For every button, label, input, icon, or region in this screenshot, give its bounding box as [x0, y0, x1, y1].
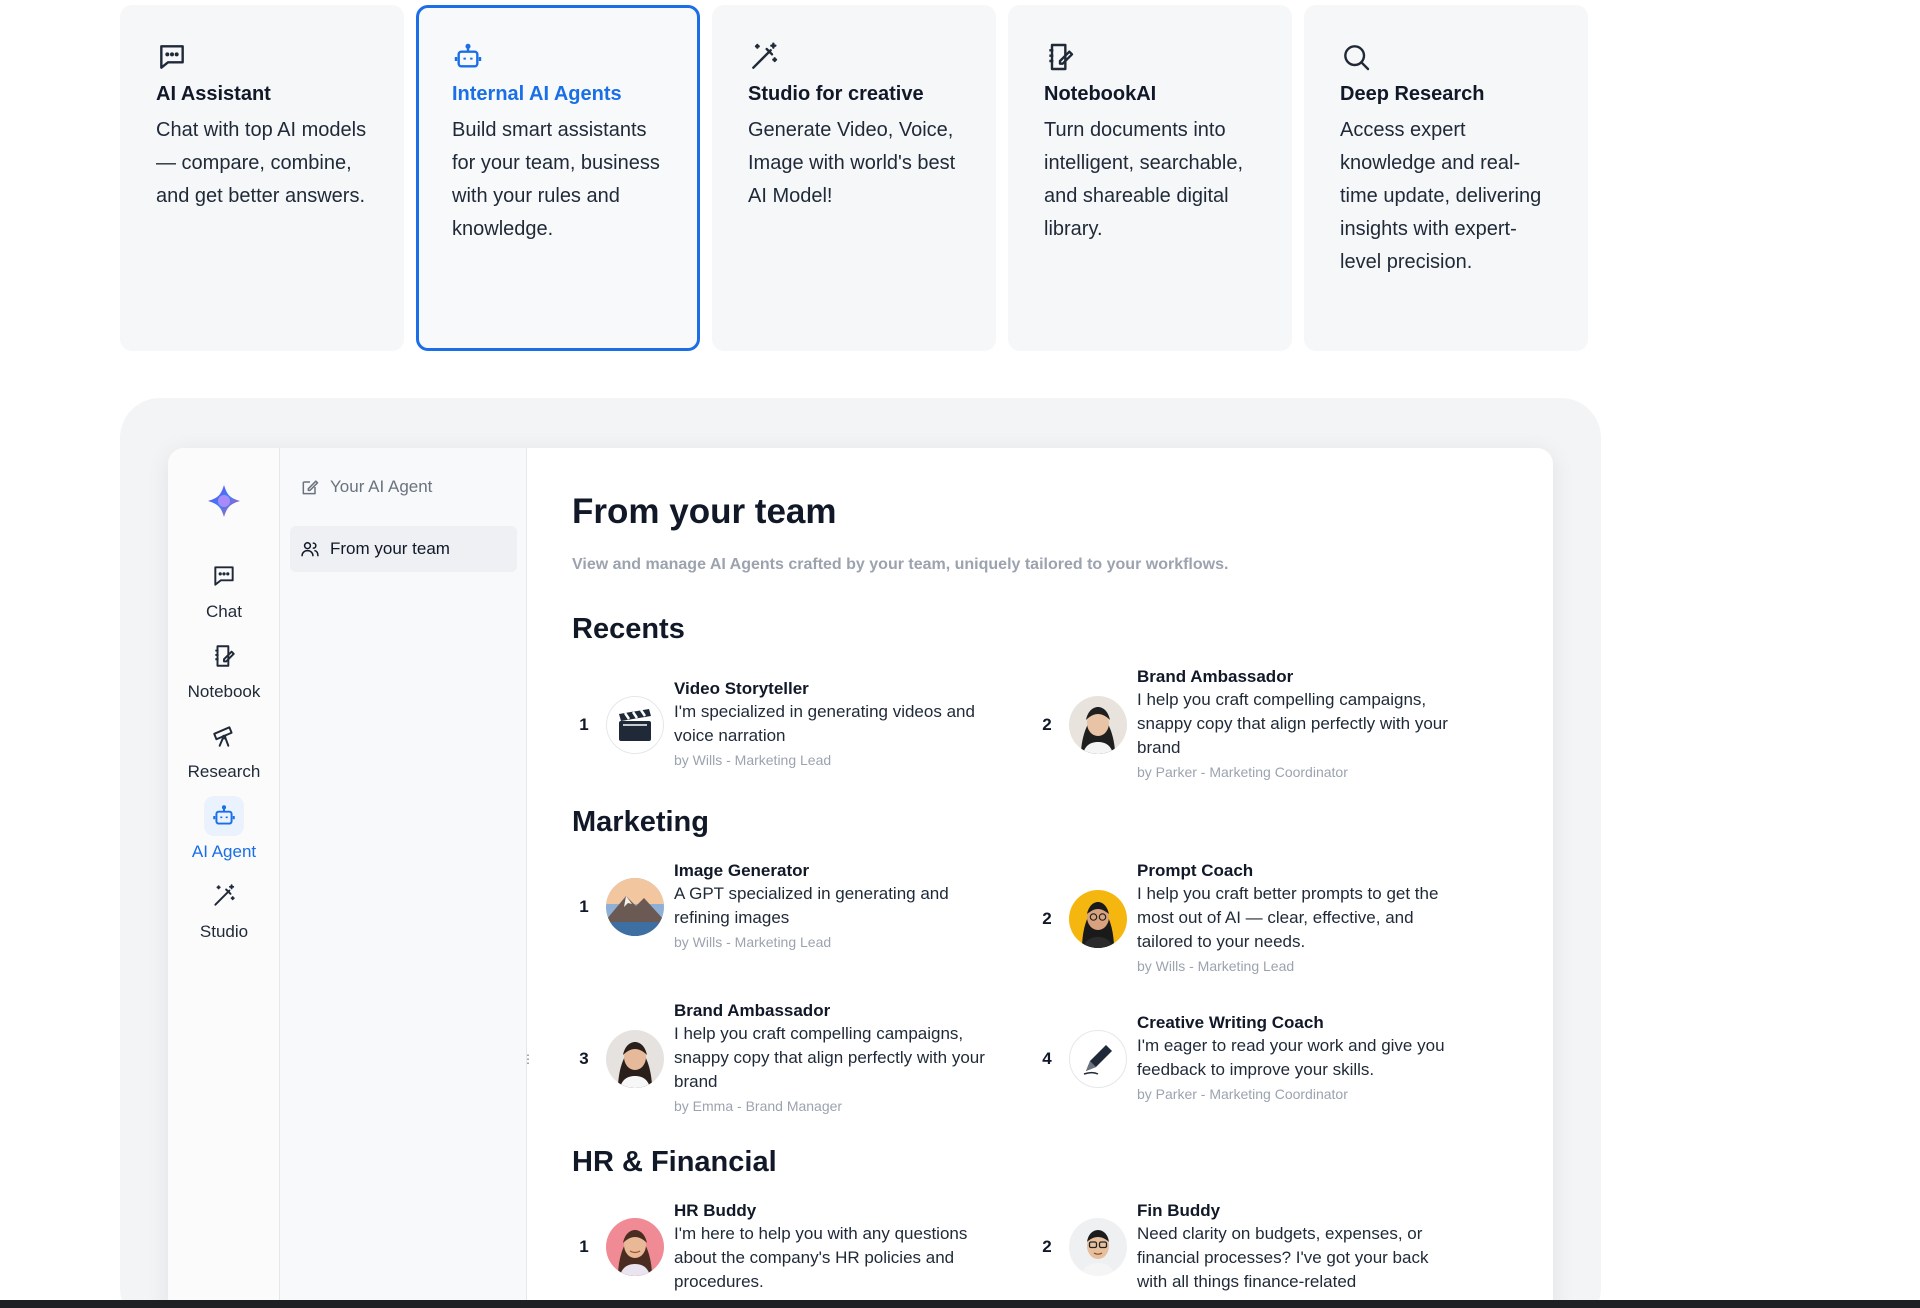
agent-rank: 1: [579, 715, 589, 734]
robot-icon: [452, 41, 484, 73]
agent-rank: 3: [579, 1049, 589, 1068]
agent-card[interactable]: 1 HR Buddy I'm here to help you with any…: [572, 1200, 992, 1294]
agent-name: Image Generator: [674, 861, 810, 880]
card-internal-ai-agents[interactable]: Internal AI Agents Build smart assistant…: [416, 5, 700, 351]
magic-wand-icon: [204, 876, 244, 916]
agent-rank: 1: [579, 897, 589, 916]
robot-icon: [204, 796, 244, 836]
notebook-icon: [1044, 41, 1076, 73]
agent-description: Need clarity on budgets, expenses, or fi…: [1137, 1224, 1429, 1291]
rail-item-chat[interactable]: Chat: [168, 556, 280, 622]
app-logo: [204, 481, 244, 521]
agent-author: by Parker - Marketing Coordinator: [1137, 764, 1348, 780]
card-studio[interactable]: Studio for creative Generate Video, Voic…: [712, 5, 996, 351]
rail-item-research[interactable]: Research: [168, 716, 280, 782]
feature-cards: AI Assistant Chat with top AI models — c…: [120, 5, 1588, 351]
agent-rank: 1: [579, 1237, 589, 1256]
card-description: Access expert knowledge and real-time up…: [1340, 119, 1542, 273]
rail-label: Notebook: [187, 682, 261, 701]
agent-card[interactable]: 4 Creative Writing Coach I'm eager to re…: [1035, 1012, 1455, 1106]
mountain-avatar: [606, 878, 664, 936]
chat-icon: [204, 556, 244, 596]
telescope-icon: [204, 716, 244, 756]
chat-icon: [156, 41, 188, 73]
section-title-recents: Recents: [572, 613, 685, 645]
agent-card[interactable]: 2 Brand Ambassador I help you craft comp…: [1035, 666, 1455, 784]
search-icon: [1340, 41, 1372, 73]
clapperboard-icon: [606, 696, 664, 754]
agent-name: Prompt Coach: [1137, 861, 1254, 880]
person-avatar: [1069, 890, 1127, 948]
agent-description: I help you craft compelling campaigns, s…: [674, 1024, 985, 1091]
bottom-bar: [0, 1300, 1920, 1308]
rail-item-ai-agent[interactable]: AI Agent: [168, 796, 280, 862]
agent-description: A GPT specialized in generating and refi…: [674, 884, 949, 927]
agent-description: I'm specialized in generating videos and…: [674, 702, 975, 745]
agent-author: by Emma - Brand Manager: [674, 1098, 843, 1114]
person-avatar: [606, 1218, 664, 1276]
app-window: Chat Notebook Research AI Agent Studio Y…: [168, 448, 1553, 1308]
pen-icon: [1069, 1030, 1127, 1088]
agent-author: by Wills - Marketing Lead: [674, 934, 832, 950]
agent-name: Creative Writing Coach: [1137, 1013, 1324, 1032]
agent-rank: 4: [1042, 1049, 1052, 1068]
users-icon: [301, 542, 319, 557]
card-title: AI Assistant: [156, 83, 271, 105]
agent-name: Fin Buddy: [1137, 1201, 1221, 1220]
agent-description: I help you craft better prompts to get t…: [1137, 884, 1439, 951]
section-title-marketing: Marketing: [572, 806, 709, 838]
agent-name: Brand Ambassador: [1137, 667, 1294, 686]
card-title: Deep Research: [1340, 83, 1485, 105]
sidebar-item-your-ai-agent[interactable]: Your AI Agent: [290, 464, 517, 510]
agent-rank: 2: [1042, 909, 1052, 928]
agent-card[interactable]: 1 Image Generator A GPT specialized in g…: [572, 860, 992, 954]
agent-description: I help you craft compelling campaigns, s…: [1137, 690, 1448, 757]
agent-description: I'm here to help you with any questions …: [674, 1224, 968, 1291]
edit-icon: [302, 480, 319, 495]
agent-name: Video Storyteller: [674, 679, 809, 698]
agent-card[interactable]: 2 Fin Buddy Need clarity on budgets, exp…: [1035, 1200, 1455, 1294]
agent-card[interactable]: 3 Brand Ambassador I help you craft comp…: [572, 1000, 992, 1118]
notebook-icon: [204, 636, 244, 676]
agent-card[interactable]: 1 Video Storyteller I'm specialized in g…: [572, 678, 992, 772]
agent-sidebar: Your AI Agent From your team: [280, 448, 527, 1308]
agent-card[interactable]: 2 Prompt Coach I help you craft better p…: [1035, 860, 1455, 978]
agent-author: by Wills - Marketing Lead: [1137, 958, 1295, 974]
rail-label: Studio: [199, 922, 249, 941]
person-avatar: [606, 1030, 664, 1088]
card-description: Chat with top AI models — compare, combi…: [156, 119, 367, 207]
card-description: Build smart assistants for your team, bu…: [452, 119, 660, 240]
card-title: Internal AI Agents: [452, 83, 622, 105]
card-description: Generate Video, Voice, Image with world'…: [748, 119, 956, 207]
page-title: From your team: [572, 492, 837, 531]
sidebar-item-from-your-team[interactable]: From your team: [290, 526, 517, 572]
card-title: NotebookAI: [1044, 83, 1157, 105]
agent-description: I'm eager to read your work and give you…: [1137, 1036, 1445, 1079]
person-avatar: [1069, 1218, 1127, 1276]
card-title: Studio for creative: [748, 83, 924, 105]
sidebar-item-label: From your team: [330, 539, 450, 558]
agent-name: HR Buddy: [674, 1201, 757, 1220]
magic-wand-icon: [748, 41, 780, 73]
rail-item-notebook[interactable]: Notebook: [168, 636, 280, 702]
resize-handle[interactable]: ⋮: [522, 1052, 534, 1066]
card-ai-assistant[interactable]: AI Assistant Chat with top AI models — c…: [120, 5, 404, 351]
agent-author: by Wills - Marketing Lead: [674, 752, 832, 768]
card-notebookai[interactable]: NotebookAI Turn documents into intellige…: [1008, 5, 1292, 351]
person-avatar: [1069, 696, 1127, 754]
agent-rank: 2: [1042, 1237, 1052, 1256]
agent-author: by Parker - Marketing Coordinator: [1137, 1086, 1348, 1102]
agent-name: Brand Ambassador: [674, 1001, 831, 1020]
rail-item-studio[interactable]: Studio: [168, 876, 280, 942]
card-description: Turn documents into intelligent, searcha…: [1044, 119, 1244, 240]
rail-label: Chat: [206, 602, 242, 621]
sidebar-item-label: Your AI Agent: [330, 477, 433, 496]
nav-rail: Chat Notebook Research AI Agent Studio: [168, 448, 280, 1308]
page-subtitle: View and manage AI Agents crafted by you…: [572, 556, 1229, 573]
rail-label: Research: [187, 762, 261, 781]
section-title-hr-financial: HR & Financial: [572, 1146, 777, 1178]
agent-rank: 2: [1042, 715, 1052, 734]
rail-label: AI Agent: [191, 842, 257, 861]
card-deep-research[interactable]: Deep Research Access expert knowledge an…: [1304, 5, 1588, 351]
